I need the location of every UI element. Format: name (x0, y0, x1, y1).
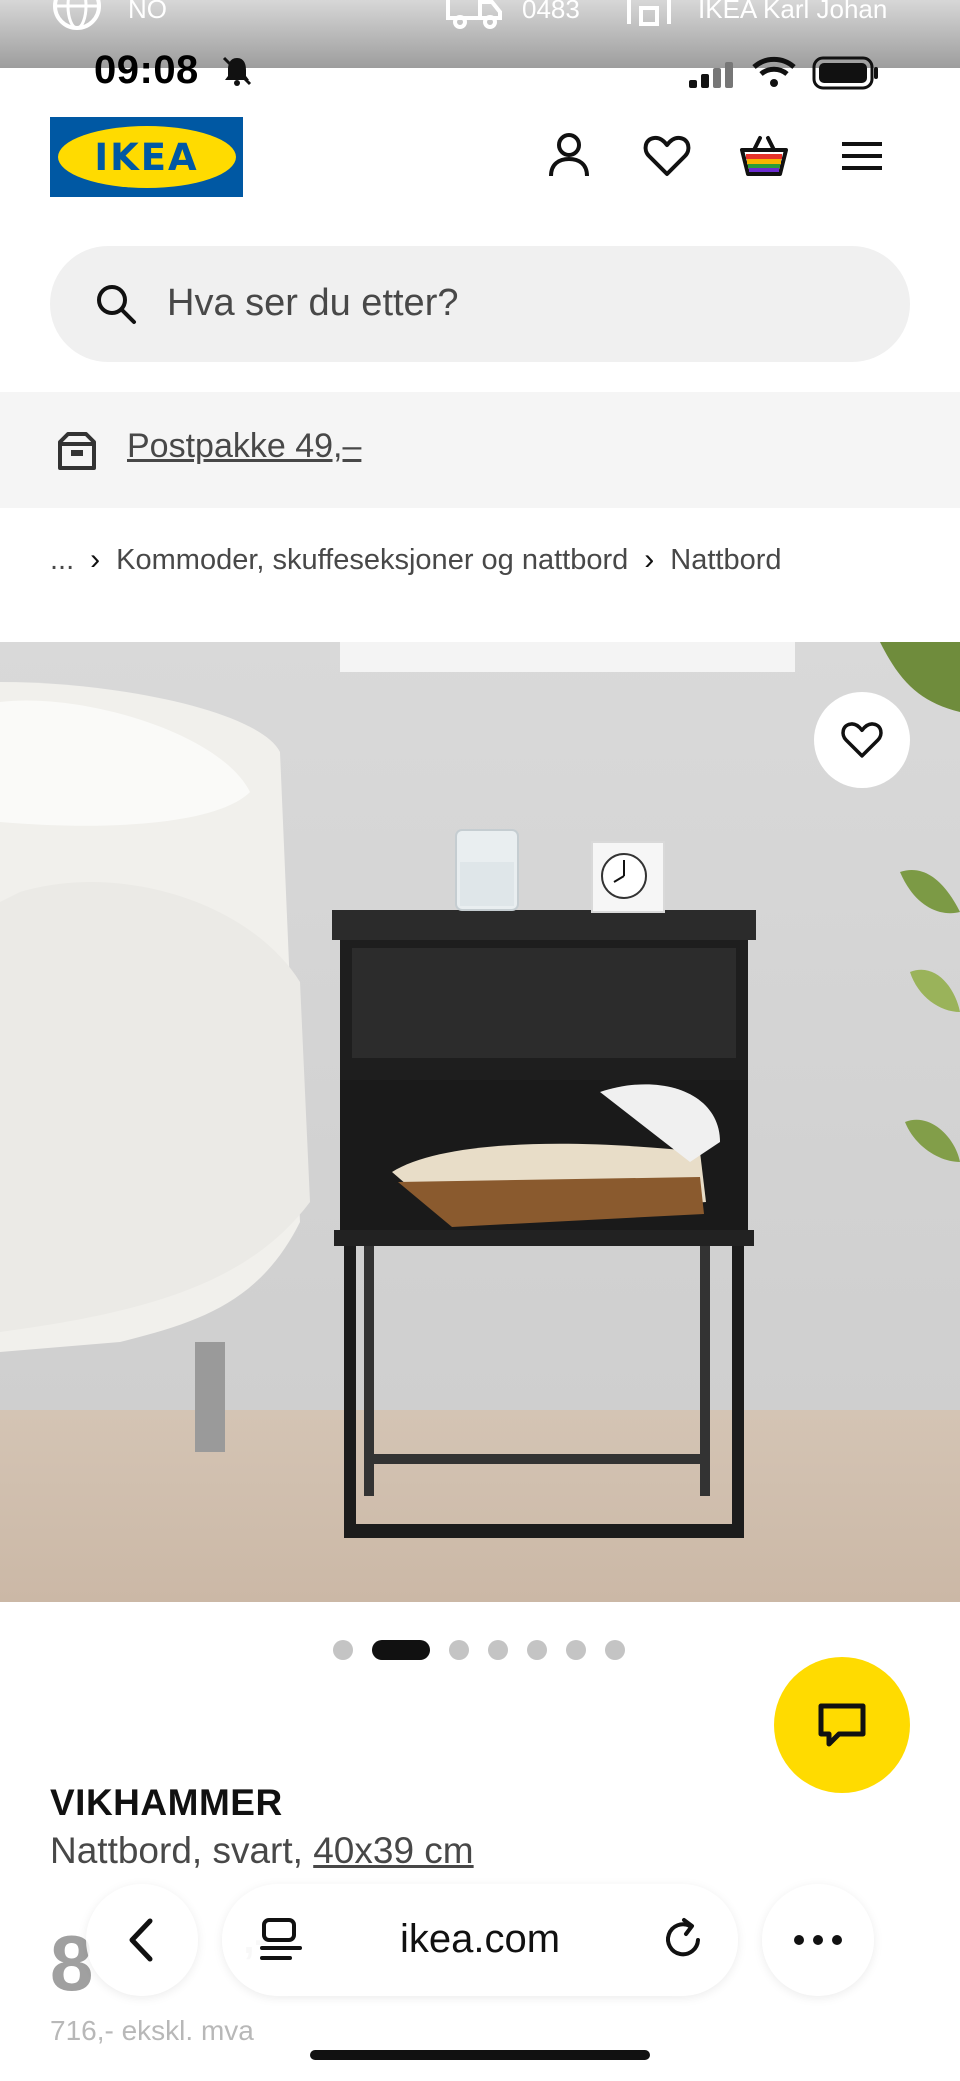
home-indicator[interactable] (310, 2050, 650, 2060)
store-icon (627, 0, 671, 26)
search-bar[interactable]: Hva ser du etter? (50, 246, 910, 362)
chevron-right-icon: › (644, 543, 655, 576)
product-name: VIKHAMMER (50, 1782, 283, 1823)
nightstand-illustration (0, 642, 960, 1538)
carousel-dot[interactable] (333, 1640, 353, 1660)
carousel-dot[interactable] (372, 1640, 430, 1660)
address-bar[interactable]: ikea.com (222, 1884, 738, 1996)
chevron-right-icon: › (90, 543, 101, 576)
product-description: Nattbord, svart, 40x39 cm (50, 1830, 474, 1872)
back-button[interactable] (86, 1884, 198, 1996)
delivery-truck-icon (446, 0, 502, 29)
chat-bubble-icon (818, 1703, 866, 1747)
clock: 09:08 (94, 48, 199, 92)
breadcrumb-item-dressers[interactable]: Kommoder, skuffeseksjoner og nattbord (116, 544, 628, 577)
carousel-dot[interactable] (605, 1640, 625, 1660)
breadcrumb: ... › Kommoder, skuffeseksjoner og nattb… (50, 543, 782, 577)
heart-icon (841, 722, 883, 758)
product-description-text: Nattbord, svart, (50, 1830, 303, 1871)
breadcrumb-ellipsis[interactable]: ... (50, 544, 74, 577)
account-icon[interactable] (543, 130, 595, 182)
carousel-dot[interactable] (449, 1640, 469, 1660)
bell-muted-icon (222, 56, 252, 86)
status-bar: NO 0483 IKEA Karl Johan 09:08 (0, 0, 960, 92)
globe-icon (53, 0, 101, 30)
wifi-icon (752, 56, 796, 87)
product-size-link[interactable]: 40x39 cm (313, 1830, 473, 1871)
battery-icon (812, 56, 878, 90)
chat-button[interactable] (774, 1657, 910, 1793)
region-label: NO (128, 0, 167, 24)
reload-icon[interactable] (660, 1916, 706, 1962)
delivery-banner: Postpakke 49,– (0, 392, 960, 508)
cellular-signal-icon (689, 62, 733, 88)
more-horizontal-icon (794, 1935, 842, 1945)
favorite-button[interactable] (814, 692, 910, 788)
basket-icon[interactable] (738, 130, 790, 182)
chevron-left-icon (129, 1918, 153, 1962)
search-input[interactable]: Hva ser du etter? (167, 282, 458, 325)
delivery-link[interactable]: Postpakke 49,– (127, 427, 361, 466)
breadcrumb-item-nightstands[interactable]: Nattbord (670, 544, 781, 577)
carousel-dot[interactable] (527, 1640, 547, 1660)
parcel-icon (58, 432, 96, 470)
logo-text: IKEA (57, 126, 236, 188)
store-label: IKEA Karl Johan (698, 0, 888, 24)
product-image[interactable] (0, 642, 960, 1602)
carousel-dot[interactable] (566, 1640, 586, 1660)
ikea-logo[interactable]: IKEA (50, 117, 243, 197)
menu-icon[interactable] (836, 130, 888, 182)
search-icon (97, 285, 136, 324)
heart-icon[interactable] (641, 130, 693, 182)
more-button[interactable] (762, 1884, 874, 1996)
price-ex-vat: 716,- ekskl. mva (50, 2015, 254, 2046)
carousel-indicator[interactable] (333, 1640, 644, 1660)
carousel-dot[interactable] (488, 1640, 508, 1660)
postcode-label: 0483 (522, 0, 580, 24)
